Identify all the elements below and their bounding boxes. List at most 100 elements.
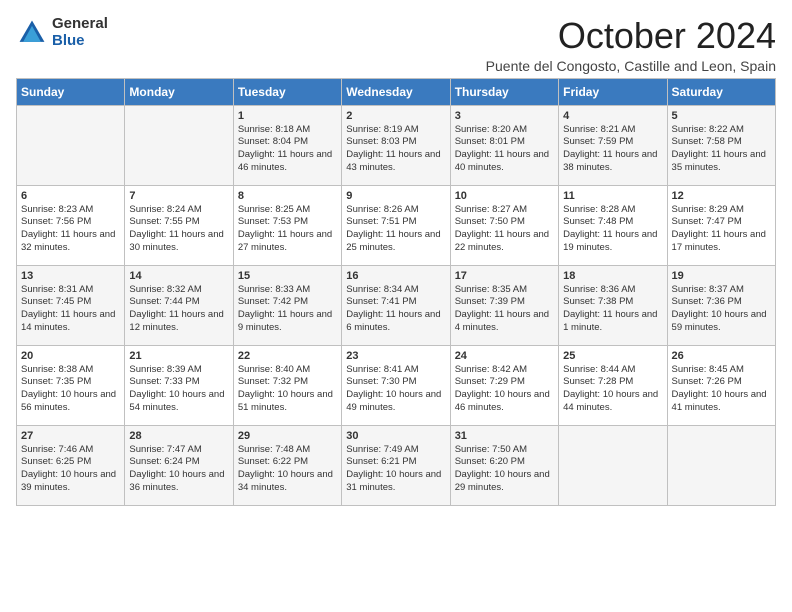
header-friday: Friday (559, 78, 667, 105)
calendar-cell-w5-d7 (667, 425, 775, 505)
calendar-week-2: 6 Sunrise: 8:23 AM Sunset: 7:56 PM Daylig… (17, 185, 776, 265)
day-info: Sunrise: 8:40 AM Sunset: 7:32 PM Dayligh… (238, 364, 337, 415)
calendar-cell-w4-d7: 26 Sunrise: 8:45 AM Sunset: 7:26 PM Dayli… (667, 345, 775, 425)
day-info: Sunrise: 8:35 AM Sunset: 7:39 PM Dayligh… (455, 284, 554, 335)
day-number: 9 (346, 190, 445, 202)
month-title: October 2024 (486, 16, 776, 56)
calendar-cell-w3-d6: 18Sunrise: 8:36 AM Sunset: 7:38 PM Dayli… (559, 265, 667, 345)
day-number: 31 (455, 430, 554, 442)
calendar-cell-w3-d5: 17 Sunrise: 8:35 AM Sunset: 7:39 PM Dayli… (450, 265, 558, 345)
calendar-cell-w4-d1: 20Sunrise: 8:38 AM Sunset: 7:35 PM Dayli… (17, 345, 125, 425)
calendar-cell-w5-d1: 27 Sunrise: 7:46 AM Sunset: 6:25 PM Dayli… (17, 425, 125, 505)
day-info: Sunrise: 8:19 AM Sunset: 8:03 PM Dayligh… (346, 124, 445, 175)
day-number: 14 (129, 270, 228, 282)
logo-general: General (52, 16, 108, 33)
day-number: 21 (129, 350, 228, 362)
day-info: Sunrise: 7:46 AM Sunset: 6:25 PM Dayligh… (21, 444, 120, 495)
day-number: 23 (346, 350, 445, 362)
calendar-cell-w1-d4: 2 Sunrise: 8:19 AM Sunset: 8:03 PM Daylig… (342, 105, 450, 185)
calendar-cell-w5-d4: 30Sunrise: 7:49 AM Sunset: 6:21 PM Dayli… (342, 425, 450, 505)
calendar-week-3: 13 Sunrise: 8:31 AM Sunset: 7:45 PM Dayli… (17, 265, 776, 345)
calendar-cell-w2-d5: 10Sunrise: 8:27 AM Sunset: 7:50 PM Dayli… (450, 185, 558, 265)
day-info: Sunrise: 8:29 AM Sunset: 7:47 PM Dayligh… (672, 204, 771, 255)
day-number: 5 (672, 110, 771, 122)
header-saturday: Saturday (667, 78, 775, 105)
calendar-cell-w4-d4: 23 Sunrise: 8:41 AM Sunset: 7:30 PM Dayli… (342, 345, 450, 425)
day-number: 12 (672, 190, 771, 202)
day-number: 13 (21, 270, 120, 282)
day-number: 27 (21, 430, 120, 442)
calendar-cell-w1-d3: 1Sunrise: 8:18 AM Sunset: 8:04 PM Daylig… (233, 105, 341, 185)
day-info: Sunrise: 8:31 AM Sunset: 7:45 PM Dayligh… (21, 284, 120, 335)
day-info: Sunrise: 8:42 AM Sunset: 7:29 PM Dayligh… (455, 364, 554, 415)
day-number: 18 (563, 270, 662, 282)
page-header: General Blue October 2024 Puente del Con… (16, 16, 776, 74)
calendar-cell-w2-d4: 9 Sunrise: 8:26 AM Sunset: 7:51 PM Daylig… (342, 185, 450, 265)
day-info: Sunrise: 8:39 AM Sunset: 7:33 PM Dayligh… (129, 364, 228, 415)
calendar-cell-w3-d4: 16 Sunrise: 8:34 AM Sunset: 7:41 PM Dayli… (342, 265, 450, 345)
header-thursday: Thursday (450, 78, 558, 105)
calendar-cell-w5-d5: 31 Sunrise: 7:50 AM Sunset: 6:20 PM Dayli… (450, 425, 558, 505)
calendar-cell-w1-d5: 3Sunrise: 8:20 AM Sunset: 8:01 PM Daylig… (450, 105, 558, 185)
calendar-week-1: 1Sunrise: 8:18 AM Sunset: 8:04 PM Daylig… (17, 105, 776, 185)
calendar-cell-w2-d2: 7 Sunrise: 8:24 AM Sunset: 7:55 PM Daylig… (125, 185, 233, 265)
calendar-cell-w1-d6: 4Sunrise: 8:21 AM Sunset: 7:59 PM Daylig… (559, 105, 667, 185)
day-number: 1 (238, 110, 337, 122)
day-info: Sunrise: 8:44 AM Sunset: 7:28 PM Dayligh… (563, 364, 662, 415)
day-number: 10 (455, 190, 554, 202)
day-info: Sunrise: 8:37 AM Sunset: 7:36 PM Dayligh… (672, 284, 771, 335)
header-tuesday: Tuesday (233, 78, 341, 105)
day-number: 16 (346, 270, 445, 282)
day-info: Sunrise: 8:45 AM Sunset: 7:26 PM Dayligh… (672, 364, 771, 415)
day-number: 19 (672, 270, 771, 282)
logo-text: General Blue (52, 16, 108, 49)
calendar-cell-w1-d7: 5Sunrise: 8:22 AM Sunset: 7:58 PM Daylig… (667, 105, 775, 185)
calendar-cell-w2-d1: 6 Sunrise: 8:23 AM Sunset: 7:56 PM Daylig… (17, 185, 125, 265)
day-info: Sunrise: 8:21 AM Sunset: 7:59 PM Dayligh… (563, 124, 662, 175)
calendar-cell-w1-d1 (17, 105, 125, 185)
calendar-cell-w2-d6: 11Sunrise: 8:28 AM Sunset: 7:48 PM Dayli… (559, 185, 667, 265)
calendar-cell-w3-d3: 15Sunrise: 8:33 AM Sunset: 7:42 PM Dayli… (233, 265, 341, 345)
header-row: Sunday Monday Tuesday Wednesday Thursday… (17, 78, 776, 105)
header-monday: Monday (125, 78, 233, 105)
day-number: 2 (346, 110, 445, 122)
calendar-cell-w5-d3: 29Sunrise: 7:48 AM Sunset: 6:22 PM Dayli… (233, 425, 341, 505)
day-info: Sunrise: 8:34 AM Sunset: 7:41 PM Dayligh… (346, 284, 445, 335)
day-info: Sunrise: 8:41 AM Sunset: 7:30 PM Dayligh… (346, 364, 445, 415)
day-number: 28 (129, 430, 228, 442)
header-sunday: Sunday (17, 78, 125, 105)
day-number: 17 (455, 270, 554, 282)
day-info: Sunrise: 8:23 AM Sunset: 7:56 PM Dayligh… (21, 204, 120, 255)
calendar-cell-w4-d5: 24 Sunrise: 8:42 AM Sunset: 7:29 PM Dayli… (450, 345, 558, 425)
calendar-cell-w2-d7: 12 Sunrise: 8:29 AM Sunset: 7:47 PM Dayli… (667, 185, 775, 265)
calendar-cell-w5-d6 (559, 425, 667, 505)
calendar-cell-w4-d6: 25 Sunrise: 8:44 AM Sunset: 7:28 PM Dayli… (559, 345, 667, 425)
day-info: Sunrise: 8:26 AM Sunset: 7:51 PM Dayligh… (346, 204, 445, 255)
day-number: 7 (129, 190, 228, 202)
calendar-cell-w3-d1: 13 Sunrise: 8:31 AM Sunset: 7:45 PM Dayli… (17, 265, 125, 345)
day-number: 6 (21, 190, 120, 202)
day-number: 26 (672, 350, 771, 362)
day-number: 15 (238, 270, 337, 282)
calendar-cell-w5-d2: 28Sunrise: 7:47 AM Sunset: 6:24 PM Dayli… (125, 425, 233, 505)
day-number: 24 (455, 350, 554, 362)
day-number: 11 (563, 190, 662, 202)
calendar-cell-w1-d2 (125, 105, 233, 185)
title-section: October 2024 Puente del Congosto, Castil… (486, 16, 776, 74)
location: Puente del Congosto, Castille and Leon, … (486, 58, 776, 74)
calendar-cell-w4-d3: 22Sunrise: 8:40 AM Sunset: 7:32 PM Dayli… (233, 345, 341, 425)
logo-blue: Blue (52, 33, 108, 50)
day-number: 29 (238, 430, 337, 442)
day-info: Sunrise: 8:24 AM Sunset: 7:55 PM Dayligh… (129, 204, 228, 255)
calendar-cell-w3-d2: 14 Sunrise: 8:32 AM Sunset: 7:44 PM Dayli… (125, 265, 233, 345)
calendar-cell-w4-d2: 21 Sunrise: 8:39 AM Sunset: 7:33 PM Dayli… (125, 345, 233, 425)
calendar-week-4: 20Sunrise: 8:38 AM Sunset: 7:35 PM Dayli… (17, 345, 776, 425)
day-info: Sunrise: 8:20 AM Sunset: 8:01 PM Dayligh… (455, 124, 554, 175)
logo-icon (16, 17, 48, 49)
calendar-table: Sunday Monday Tuesday Wednesday Thursday… (16, 78, 776, 506)
day-info: Sunrise: 7:50 AM Sunset: 6:20 PM Dayligh… (455, 444, 554, 495)
calendar-week-5: 27 Sunrise: 7:46 AM Sunset: 6:25 PM Dayli… (17, 425, 776, 505)
day-info: Sunrise: 7:49 AM Sunset: 6:21 PM Dayligh… (346, 444, 445, 495)
day-info: Sunrise: 8:32 AM Sunset: 7:44 PM Dayligh… (129, 284, 228, 335)
day-number: 25 (563, 350, 662, 362)
